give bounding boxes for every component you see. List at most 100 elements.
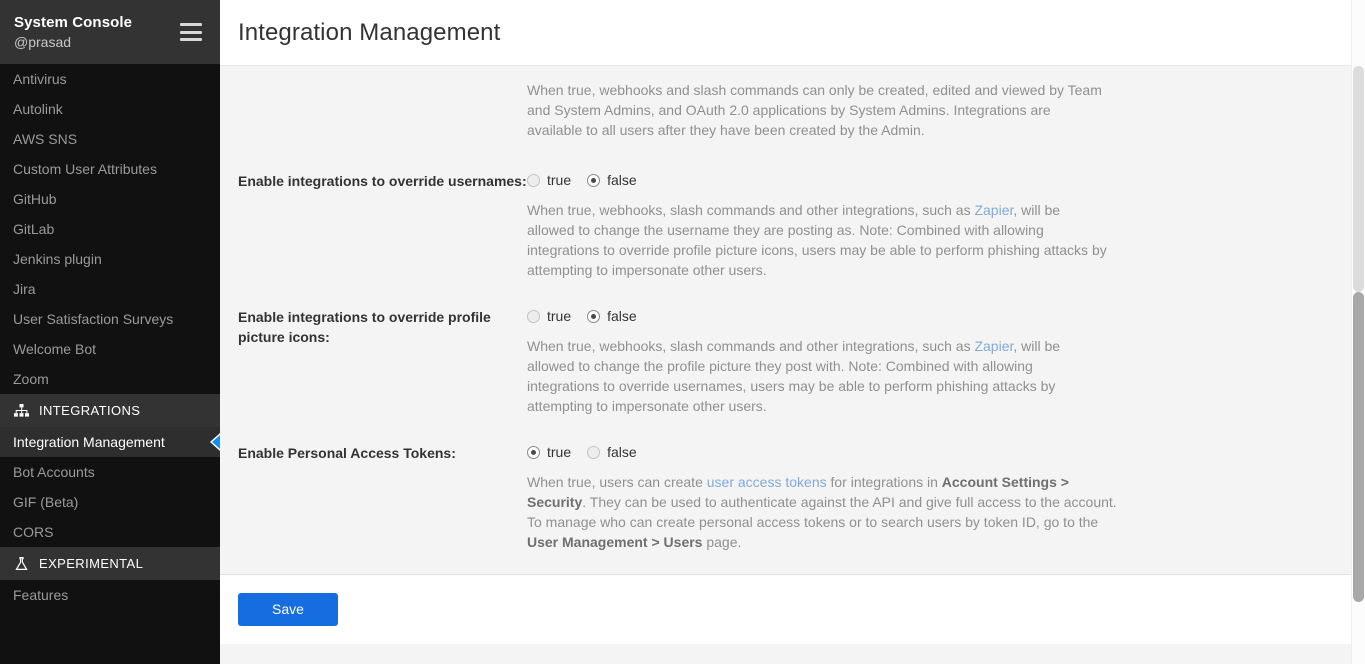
sitemap-icon — [13, 403, 30, 418]
console-username: @prasad — [14, 34, 180, 50]
hamburger-bar — [180, 31, 202, 34]
intro-field: When true, webhooks and slash commands c… — [527, 80, 1119, 140]
sidebar-item-aws-sns[interactable]: AWS SNS — [0, 124, 220, 154]
radio-label: false — [607, 173, 637, 187]
help-text-part: When true, webhooks, slash commands and … — [527, 338, 974, 354]
page-title: Integration Management — [238, 19, 500, 47]
save-button[interactable]: Save — [238, 593, 338, 626]
sidebar-item-label: Jenkins plugin — [13, 251, 102, 267]
sidebar-list-integrations: Integration Management Bot Accounts GIF … — [0, 427, 220, 547]
hamburger-icon[interactable] — [180, 23, 202, 41]
sidebar-item-label: Integration Management — [13, 434, 165, 450]
sidebar-item-label: GitLab — [13, 221, 54, 237]
override-usernames-field: true false When true, webhooks, slash co… — [527, 170, 1119, 280]
sidebar-item-label: Welcome Bot — [13, 341, 96, 357]
sidebar-item-label: Jira — [13, 281, 36, 297]
settings-panel: When true, webhooks and slash commands c… — [220, 66, 1365, 575]
sidebar-item-label: GIF (Beta) — [13, 494, 78, 510]
radio-dot-icon — [527, 174, 540, 187]
scrollbar-thumb[interactable] — [1353, 292, 1364, 602]
sidebar-item-github[interactable]: GitHub — [0, 184, 220, 214]
sidebar-item-label: CORS — [13, 524, 53, 540]
sidebar-section-integrations[interactable]: INTEGRATIONS — [0, 394, 220, 427]
radio-label: true — [547, 173, 571, 187]
override-profile-pictures-help: When true, webhooks, slash commands and … — [527, 336, 1107, 416]
sidebar-item-label: Custom User Attributes — [13, 161, 157, 177]
sidebar-item-label: GitHub — [13, 191, 57, 207]
sidebar-item-antivirus[interactable]: Antivirus — [0, 64, 220, 94]
radio-label: true — [547, 445, 571, 459]
radio-label: false — [607, 445, 637, 459]
hamburger-bar — [180, 23, 202, 26]
help-text-part: for integrations in — [827, 474, 942, 490]
intro-help-text: When true, webhooks and slash commands c… — [527, 80, 1107, 140]
scrollbar-track — [1353, 66, 1364, 292]
personal-access-tokens-label: Enable Personal Access Tokens: — [238, 442, 527, 552]
setting-row-override-profile-pictures: Enable integrations to override profile … — [220, 306, 1365, 416]
radio-dot-icon — [527, 310, 540, 323]
sidebar-item-jira[interactable]: Jira — [0, 274, 220, 304]
user-access-tokens-link[interactable]: user access tokens — [707, 474, 827, 490]
sidebar-item-cors[interactable]: CORS — [0, 517, 220, 547]
sidebar-item-jenkins-plugin[interactable]: Jenkins plugin — [0, 244, 220, 274]
sidebar-item-label: AWS SNS — [13, 131, 77, 147]
override-profile-pictures-radio-true[interactable]: true — [527, 309, 571, 323]
console-title: System Console — [14, 14, 180, 31]
sidebar-item-label: Antivirus — [13, 71, 67, 87]
sidebar-item-label: User Satisfaction Surveys — [13, 311, 173, 327]
form-footer: Save — [220, 575, 1365, 644]
sidebar-item-features[interactable]: Features — [0, 580, 220, 610]
radio-dot-icon — [587, 174, 600, 187]
setting-row-override-usernames: Enable integrations to override username… — [220, 170, 1365, 280]
help-text-bold: User Management > Users — [527, 534, 702, 550]
sidebar-item-user-satisfaction-surveys[interactable]: User Satisfaction Surveys — [0, 304, 220, 334]
sidebar-list-top: Antivirus Autolink AWS SNS Custom User A… — [0, 64, 220, 394]
sidebar-item-label: Bot Accounts — [13, 464, 95, 480]
sidebar-item-bot-accounts[interactable]: Bot Accounts — [0, 457, 220, 487]
sidebar-item-autolink[interactable]: Autolink — [0, 94, 220, 124]
active-indicator-caret-icon — [210, 433, 220, 451]
setting-row-intro: When true, webhooks and slash commands c… — [220, 66, 1365, 140]
help-text-part: . They can be used to authenticate again… — [527, 494, 1117, 530]
sidebar-item-welcome-bot[interactable]: Welcome Bot — [0, 334, 220, 364]
help-text-part: page. — [702, 534, 741, 550]
override-usernames-radio-group: true false — [527, 170, 1119, 190]
override-profile-pictures-radio-group: true false — [527, 306, 1119, 326]
setting-row-personal-access-tokens: Enable Personal Access Tokens: true fals… — [220, 442, 1365, 552]
sidebar-section-label: EXPERIMENTAL — [39, 556, 143, 571]
personal-access-tokens-field: true false When true, users can create u… — [527, 442, 1119, 552]
personal-access-tokens-help: When true, users can create user access … — [527, 472, 1117, 552]
radio-label: true — [547, 309, 571, 323]
sidebar-item-zoom[interactable]: Zoom — [0, 364, 220, 394]
personal-access-tokens-radio-true[interactable]: true — [527, 445, 571, 459]
radio-dot-icon — [587, 310, 600, 323]
help-text-part: When true, webhooks, slash commands and … — [527, 202, 974, 218]
sidebar-item-integration-management[interactable]: Integration Management — [0, 427, 220, 457]
personal-access-tokens-radio-group: true false — [527, 442, 1119, 462]
vertical-scrollbar[interactable] — [1351, 0, 1365, 664]
override-usernames-radio-true[interactable]: true — [527, 173, 571, 187]
override-usernames-label: Enable integrations to override username… — [238, 170, 527, 280]
sidebar-item-gif-beta[interactable]: GIF (Beta) — [0, 487, 220, 517]
sidebar: System Console @prasad Antivirus Autolin… — [0, 0, 220, 664]
sidebar-section-experimental[interactable]: EXPERIMENTAL — [0, 547, 220, 580]
override-usernames-radio-false[interactable]: false — [587, 173, 637, 187]
sidebar-list-experimental: Features — [0, 580, 220, 610]
zapier-link[interactable]: Zapier — [974, 202, 1013, 218]
sidebar-header-titles: System Console @prasad — [14, 14, 180, 49]
zapier-link[interactable]: Zapier — [974, 338, 1013, 354]
personal-access-tokens-radio-false[interactable]: false — [587, 445, 637, 459]
hamburger-bar — [180, 38, 202, 41]
override-profile-pictures-field: true false When true, webhooks, slash co… — [527, 306, 1119, 416]
override-profile-pictures-radio-false[interactable]: false — [587, 309, 637, 323]
sidebar-item-custom-user-attributes[interactable]: Custom User Attributes — [0, 154, 220, 184]
radio-dot-icon — [587, 446, 600, 459]
override-profile-pictures-label: Enable integrations to override profile … — [238, 306, 527, 416]
intro-label-spacer — [238, 80, 527, 140]
main-content: Integration Management When true, webhoo… — [220, 0, 1365, 664]
page-header: Integration Management — [220, 0, 1365, 66]
sidebar-section-label: INTEGRATIONS — [39, 403, 140, 418]
sidebar-item-gitlab[interactable]: GitLab — [0, 214, 220, 244]
sidebar-item-label: Zoom — [13, 371, 49, 387]
radio-label: false — [607, 309, 637, 323]
